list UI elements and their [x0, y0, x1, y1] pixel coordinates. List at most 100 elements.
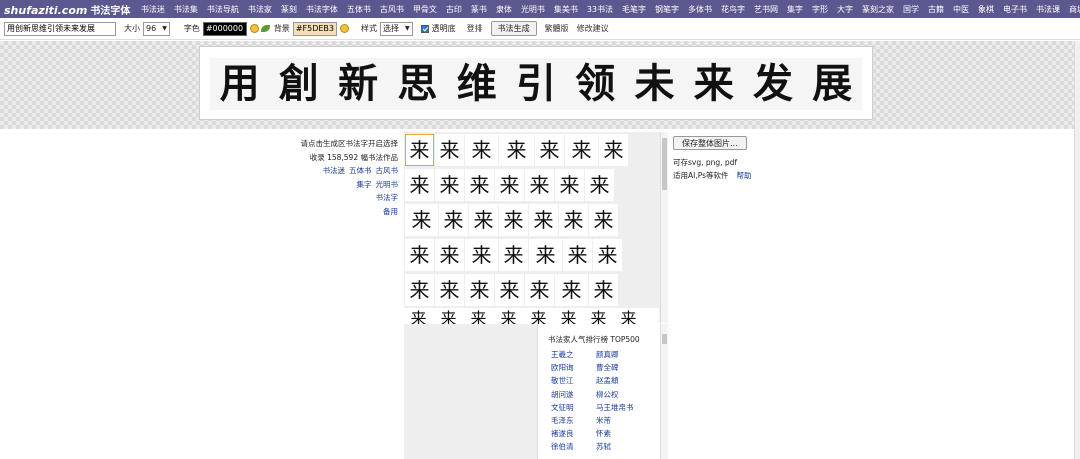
calligrapher-link[interactable]: 欧阳询 — [551, 362, 596, 375]
page-scrollbar[interactable] — [1074, 41, 1080, 459]
nav-item[interactable]: 艺书网 — [754, 4, 778, 15]
nav-item[interactable]: 隶体 — [496, 4, 512, 15]
size-select[interactable]: 96 ▼ — [143, 21, 170, 36]
glyph-tile[interactable]: 来 — [405, 204, 438, 236]
preview-char[interactable]: 新 — [338, 64, 378, 104]
nav-item[interactable]: 五体书 — [347, 4, 371, 15]
glyph-tile-partial[interactable]: 来 — [404, 308, 433, 324]
glyph-tile[interactable]: 来 — [499, 239, 528, 271]
glyph-tile[interactable]: 来 — [435, 239, 464, 271]
preview-char[interactable]: 展 — [812, 64, 852, 104]
text-input[interactable] — [4, 21, 116, 36]
glyph-tile[interactable]: 来 — [529, 204, 558, 236]
transparent-checkbox[interactable] — [420, 24, 429, 33]
nav-item[interactable]: 商城 — [1069, 4, 1080, 15]
glyph-tile[interactable]: 来 — [565, 134, 598, 166]
nav-item[interactable]: 中医 — [953, 4, 969, 15]
nav-item[interactable]: 古籍 — [928, 4, 944, 15]
grid-scroll-thumb[interactable] — [662, 138, 667, 190]
calligrapher-link[interactable]: 敬世江 — [551, 375, 596, 388]
nav-item[interactable]: 象棋 — [978, 4, 994, 15]
nav-item[interactable]: 大字 — [837, 4, 853, 15]
calligraphy-preview[interactable]: 用創新思维引领未来发展 — [210, 58, 862, 110]
glyph-tile[interactable]: 来 — [535, 134, 564, 166]
glyph-tile[interactable]: 来 — [405, 169, 434, 201]
calligrapher-link[interactable]: 柳公权 — [596, 389, 641, 402]
glyph-tile[interactable]: 来 — [435, 134, 464, 166]
nav-item[interactable]: 书法课 — [1036, 4, 1060, 15]
glyph-tile[interactable]: 来 — [525, 274, 554, 306]
nav-item[interactable]: 甲骨文 — [413, 4, 437, 15]
bg-color-input[interactable]: #F5DEB3 — [292, 21, 337, 36]
glyph-tile[interactable]: 来 — [589, 204, 618, 236]
link-shufazi[interactable]: 书法字 — [376, 193, 399, 202]
calligrapher-link[interactable]: 米芾 — [596, 415, 641, 428]
calligrapher-link[interactable]: 苏轼 — [596, 441, 641, 454]
glyph-tile-partial[interactable]: 来 — [554, 308, 583, 324]
smiley-help-icon-2[interactable] — [340, 24, 349, 33]
calligrapher-link[interactable]: 曹全碑 — [596, 362, 641, 375]
help-link[interactable]: 帮助 — [737, 171, 752, 180]
calligrapher-link[interactable]: 王羲之 — [551, 349, 596, 362]
calligrapher-link[interactable]: 徐伯清 — [551, 441, 596, 454]
glyph-tile[interactable]: 来 — [589, 274, 618, 306]
preview-char[interactable]: 领 — [575, 64, 615, 104]
preview-char[interactable]: 维 — [457, 64, 497, 104]
glyph-tile[interactable]: 来 — [555, 169, 584, 201]
preview-char[interactable]: 发 — [753, 64, 793, 104]
nav-item[interactable]: 古印 — [446, 4, 462, 15]
glyph-tile[interactable]: 来 — [499, 134, 534, 166]
preview-char[interactable]: 引 — [516, 64, 556, 104]
glyph-tile[interactable]: 来 — [559, 204, 588, 236]
glyph-tile[interactable]: 来 — [563, 239, 592, 271]
glyph-tile-partial[interactable]: 来 — [464, 308, 493, 324]
link-backup[interactable]: 备用 — [383, 207, 398, 216]
nav-item[interactable]: 篆书 — [471, 4, 487, 15]
save-image-button[interactable]: 保存整体图片... — [673, 136, 747, 150]
glyph-tile[interactable]: 来 — [585, 169, 614, 201]
glyph-tile[interactable]: 来 — [499, 204, 528, 236]
preview-char[interactable]: 創 — [279, 64, 319, 104]
nav-item[interactable]: 33书法 — [587, 4, 613, 15]
glyph-tile[interactable]: 来 — [495, 274, 524, 306]
preview-char[interactable]: 来 — [694, 64, 734, 104]
preview-char[interactable]: 未 — [634, 64, 674, 104]
leaf-icon[interactable] — [260, 25, 270, 32]
nav-item[interactable]: 篆刻 — [281, 4, 297, 15]
glyph-tile-partial[interactable]: 来 — [524, 308, 553, 324]
link-guangmingshu[interactable]: 光明书 — [376, 180, 399, 189]
fg-color-input[interactable]: #000000 — [202, 21, 247, 36]
nav-item[interactable]: 多体书 — [688, 4, 712, 15]
generate-button[interactable]: 书法生成 — [490, 21, 537, 36]
glyph-tile-partial[interactable]: 来 — [614, 308, 643, 324]
login-link[interactable]: 登排 — [467, 23, 483, 34]
nav-item[interactable]: 毛笔字 — [622, 4, 646, 15]
nav-item[interactable]: 国学 — [903, 4, 919, 15]
glyph-tile[interactable]: 来 — [469, 204, 498, 236]
nav-item[interactable]: 篆刻之家 — [862, 4, 894, 15]
calligrapher-link[interactable]: 文征明 — [551, 402, 596, 415]
glyph-tile[interactable]: 来 — [405, 239, 434, 271]
glyph-tile[interactable]: 来 — [465, 274, 494, 306]
nav-item[interactable]: 集字 — [787, 4, 803, 15]
nav-item[interactable]: 花鸟字 — [721, 4, 745, 15]
calligrapher-link[interactable]: 褚遂良 — [551, 428, 596, 441]
preview-char[interactable]: 思 — [397, 64, 437, 104]
calligrapher-link[interactable]: 怀素 — [596, 428, 641, 441]
nav-item[interactable]: 光明书 — [521, 4, 545, 15]
glyph-tile[interactable]: 来 — [435, 274, 464, 306]
grid-scrollbar[interactable] — [660, 132, 668, 323]
glyph-tile[interactable]: 来 — [529, 239, 562, 271]
glyph-tile-partial[interactable]: 来 — [434, 308, 463, 324]
glyph-tile-partial[interactable]: 来 — [584, 308, 613, 324]
glyph-tile-partial[interactable]: 来 — [494, 308, 523, 324]
style-select[interactable]: 选择 ▼ — [380, 21, 413, 36]
glyph-tile[interactable]: 来 — [439, 204, 468, 236]
calligrapher-link[interactable]: 毛泽东 — [551, 415, 596, 428]
nav-item[interactable]: 字形 — [812, 4, 828, 15]
nav-item[interactable]: 书法导航 — [207, 4, 239, 15]
nav-item[interactable]: 书法迷 — [141, 4, 165, 15]
ranking-scrollbar[interactable] — [660, 324, 668, 459]
nav-item[interactable]: 古风书 — [380, 4, 404, 15]
nav-item[interactable]: 书法字体 — [306, 4, 338, 15]
